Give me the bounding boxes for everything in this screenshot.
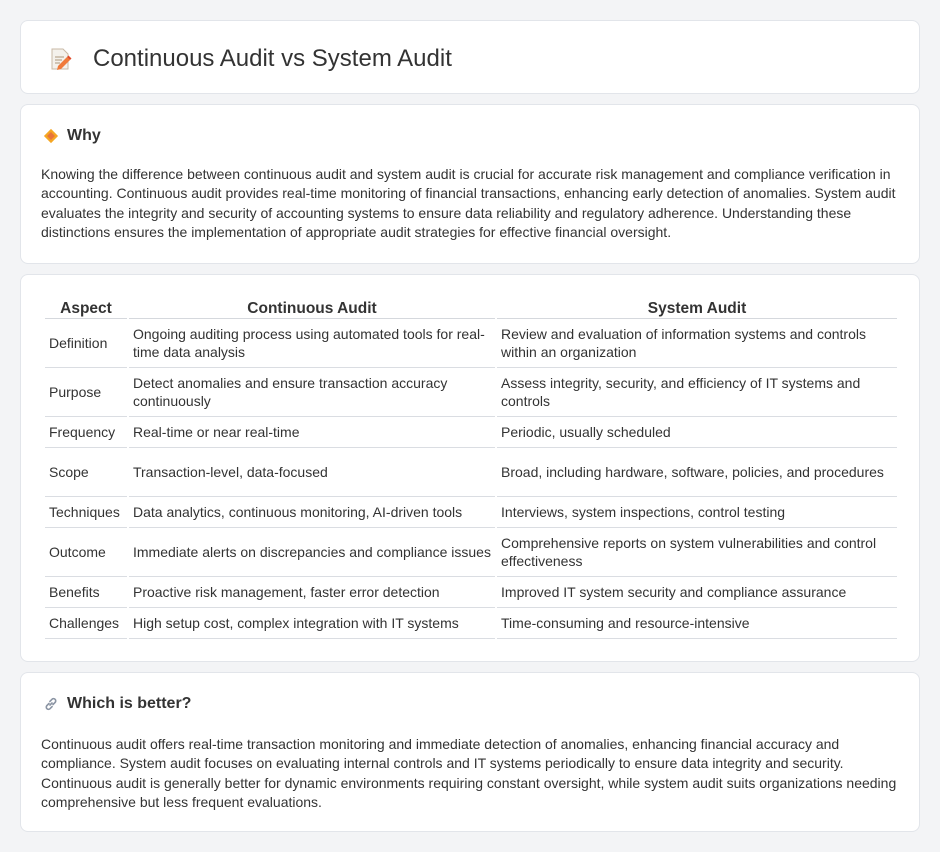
header-system-audit: System Audit <box>497 295 897 319</box>
diamond-sign-icon <box>43 128 59 144</box>
row-system: Broad, including hardware, software, pol… <box>497 448 897 497</box>
link-icon <box>43 696 59 712</box>
better-title: Which is better? <box>67 695 192 712</box>
row-continuous: Detect anomalies and ensure transaction … <box>128 368 496 417</box>
table-row: Challenges High setup cost, complex inte… <box>45 608 897 639</box>
row-system: Periodic, usually scheduled <box>497 417 897 448</box>
table-row: Benefits Proactive risk management, fast… <box>45 577 897 608</box>
why-title: Why <box>67 127 101 144</box>
why-header: Why <box>43 127 101 145</box>
row-system: Assess integrity, security, and efficien… <box>497 368 897 417</box>
row-continuous: High setup cost, complex integration wit… <box>128 608 496 639</box>
table-row: Scope Transaction-level, data-focused Br… <box>45 448 897 497</box>
row-continuous: Immediate alerts on discrepancies and co… <box>128 528 496 577</box>
row-aspect: Purpose <box>45 368 127 417</box>
table-row: Techniques Data analytics, continuous mo… <box>45 497 897 528</box>
row-aspect: Challenges <box>45 608 127 639</box>
table-row: Outcome Immediate alerts on discrepancie… <box>45 528 897 577</box>
row-aspect: Definition <box>45 319 127 368</box>
header-aspect: Aspect <box>45 295 127 319</box>
table-row: Definition Ongoing auditing process usin… <box>45 319 897 368</box>
row-continuous: Proactive risk management, faster error … <box>128 577 496 608</box>
page-title: Continuous Audit vs System Audit <box>93 45 452 72</box>
comparison-card: Aspect Continuous Audit System Audit Def… <box>20 274 920 662</box>
table-header-row: Aspect Continuous Audit System Audit <box>45 295 897 319</box>
row-system: Comprehensive reports on system vulnerab… <box>497 528 897 577</box>
row-system: Improved IT system security and complian… <box>497 577 897 608</box>
table-row: Purpose Detect anomalies and ensure tran… <box>45 368 897 417</box>
row-system: Interviews, system inspections, control … <box>497 497 897 528</box>
header-continuous-audit: Continuous Audit <box>128 295 496 319</box>
row-aspect: Techniques <box>45 497 127 528</box>
title-row: Continuous Audit vs System Audit <box>47 45 452 73</box>
row-system: Review and evaluation of information sys… <box>497 319 897 368</box>
row-system: Time-consuming and resource-intensive <box>497 608 897 639</box>
comparison-table: Aspect Continuous Audit System Audit Def… <box>43 295 899 639</box>
better-text: Continuous audit offers real-time transa… <box>41 736 897 810</box>
edit-document-icon <box>47 46 73 72</box>
row-aspect: Outcome <box>45 528 127 577</box>
row-continuous: Data analytics, continuous monitoring, A… <box>128 497 496 528</box>
table-row: Frequency Real-time or near real-time Pe… <box>45 417 897 448</box>
which-is-better-section: Which is better? Continuous audit offers… <box>20 672 920 832</box>
row-aspect: Scope <box>45 448 127 497</box>
row-continuous: Real-time or near real-time <box>128 417 496 448</box>
row-aspect: Benefits <box>45 577 127 608</box>
why-section: Why Knowing the difference between conti… <box>20 104 920 264</box>
better-header: Which is better? <box>43 695 191 713</box>
why-text: Knowing the difference between continuou… <box>41 166 896 240</box>
header-card: Continuous Audit vs System Audit <box>20 20 920 94</box>
row-aspect: Frequency <box>45 417 127 448</box>
row-continuous: Ongoing auditing process using automated… <box>128 319 496 368</box>
row-continuous: Transaction-level, data-focused <box>128 448 496 497</box>
